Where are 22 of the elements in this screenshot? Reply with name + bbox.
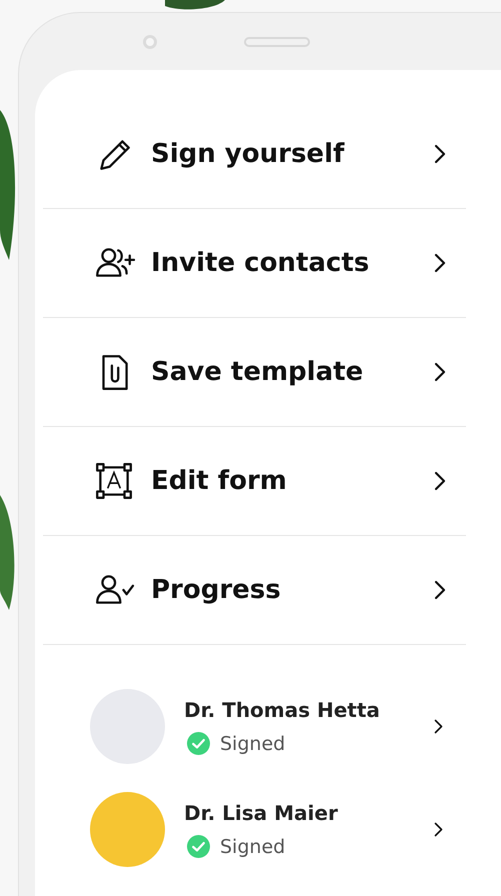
- speaker-icon: [244, 36, 310, 46]
- menu-item[interactable]: Edit form: [43, 427, 466, 536]
- camera-icon: [143, 34, 157, 48]
- text-frame-icon: [93, 460, 135, 502]
- status-text: Signed: [220, 732, 286, 754]
- chevron-right-icon: [434, 822, 443, 837]
- menu-item[interactable]: Invite contacts: [43, 209, 466, 318]
- menu-item[interactable]: Sign yourself: [43, 100, 466, 209]
- chevron-right-icon: [434, 471, 446, 491]
- check-circle-icon: [187, 732, 210, 755]
- chevron-right-icon: [434, 580, 446, 600]
- signer-name: Dr. Thomas Hetta: [184, 698, 381, 722]
- menu-item[interactable]: Progress: [43, 536, 466, 645]
- chevron-right-icon: [434, 719, 443, 734]
- signer-name: Dr. Lisa Maier: [184, 801, 339, 825]
- menu-item[interactable]: Save template: [43, 318, 466, 427]
- chevron-right-icon: [434, 253, 446, 273]
- chevron-right-icon: [434, 362, 446, 382]
- leaf-drawing: [165, 0, 225, 12]
- status-text: Signed: [220, 836, 286, 858]
- check-circle-icon: [187, 835, 210, 858]
- chevron-right-icon: [434, 144, 446, 164]
